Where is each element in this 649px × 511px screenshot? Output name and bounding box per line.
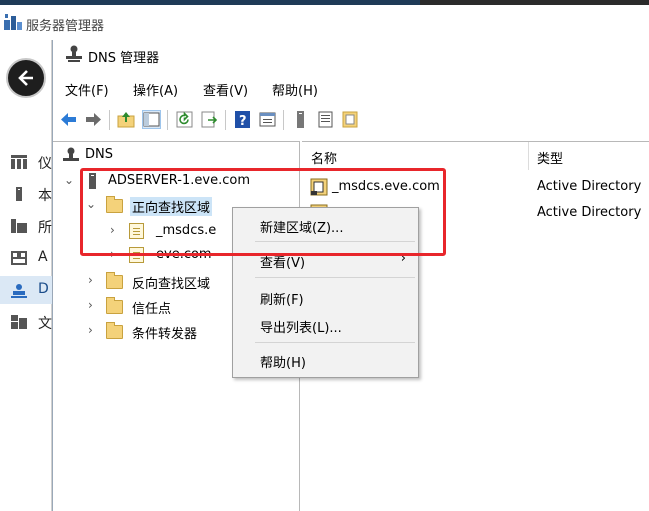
svg-text:?: ?	[239, 114, 247, 129]
local-server-icon	[11, 187, 27, 201]
tree-label: 条件转发器	[132, 327, 198, 342]
dns-icon	[11, 283, 27, 298]
nav-item-dns[interactable]: D	[0, 276, 52, 304]
menu-item-new-zone[interactable]: 新建区域(Z)...	[233, 213, 418, 237]
list-row[interactable]: _msdcs.eve.com Active Directory	[302, 176, 649, 198]
zone-icon	[129, 223, 146, 239]
menu-help[interactable]: 帮助(H)	[272, 80, 318, 99]
zone-icon	[129, 247, 146, 263]
tree-item-dns[interactable]: DNS	[53, 144, 293, 166]
dns-manager-titlebar: DNS 管理器	[53, 40, 649, 70]
tree-label: ADSERVER-1.eve.com	[108, 173, 250, 188]
menu-item-help[interactable]: 帮助(H)	[233, 348, 418, 372]
zone-record-icon[interactable]	[341, 110, 360, 129]
export-list-icon[interactable]	[200, 110, 219, 129]
toolbar: ?	[53, 104, 649, 134]
nav-item-file-services[interactable]: 文	[0, 308, 52, 336]
menu-item-view[interactable]: 查看(V) ›	[233, 248, 418, 272]
folder-icon	[106, 196, 123, 213]
file-services-icon	[11, 315, 27, 329]
tree-label: eve.com	[156, 247, 212, 262]
nav-item-all-servers[interactable]: 所	[0, 212, 52, 240]
chevron-down-icon[interactable]: ⌄	[86, 197, 98, 211]
server-manager-icon	[4, 14, 22, 30]
back-arrow-icon	[18, 70, 33, 86]
chevron-right-icon[interactable]: ›	[110, 223, 122, 237]
refresh-icon[interactable]	[175, 110, 194, 129]
list-name: _msdcs.eve.com	[332, 179, 440, 194]
menu-separator	[255, 241, 415, 242]
tree-label: 信任点	[132, 302, 172, 317]
menu-view[interactable]: 查看(V)	[203, 80, 248, 99]
menu-item-label: 帮助(H)	[260, 356, 306, 371]
help-icon[interactable]: ?	[233, 110, 252, 129]
chevron-right-icon: ›	[400, 251, 406, 266]
tree-label: 反向查找区域	[132, 277, 211, 292]
menu-separator	[255, 277, 415, 278]
server-manager-titlebar: 服务器管理器	[0, 5, 649, 40]
list-type: Active Directory	[537, 179, 642, 194]
chevron-right-icon[interactable]: ›	[88, 273, 100, 287]
tree-label: DNS	[85, 147, 113, 162]
column-header-name[interactable]: 名称	[311, 148, 337, 167]
nav-label: 文	[38, 316, 52, 332]
folder-icon	[106, 297, 123, 314]
record-list-icon[interactable]	[316, 110, 335, 129]
folder-icon	[106, 322, 123, 339]
toolbar-separator	[109, 110, 110, 130]
menu-action[interactable]: 操作(A)	[133, 80, 178, 99]
toolbar-separator	[283, 110, 284, 130]
tree-item-server[interactable]: ⌄ ADSERVER-1.eve.com	[53, 170, 293, 192]
context-menu: 新建区域(Z)... 查看(V) › 刷新(F) 导出列表(L)... 帮助(H…	[232, 207, 419, 378]
column-divider[interactable]	[528, 142, 529, 170]
dns-root-icon	[63, 147, 80, 163]
toolbar-separator	[167, 110, 168, 130]
nav-item-ad[interactable]: A	[0, 244, 52, 272]
tree-label: 正向查找区域	[130, 197, 213, 216]
ad-icon	[11, 251, 27, 265]
nav-label: 本	[38, 188, 52, 204]
nav-item-dashboard[interactable]: 仪	[0, 148, 52, 176]
server-manager-title: 服务器管理器	[26, 19, 105, 34]
nav-label: D	[38, 281, 49, 297]
folder-icon	[106, 272, 123, 289]
list-type: Active Directory	[537, 205, 642, 220]
nav-label: A	[38, 249, 48, 265]
dns-manager-title: DNS 管理器	[88, 51, 160, 66]
tree-label: _msdcs.e	[156, 223, 217, 238]
back-icon[interactable]	[59, 110, 78, 129]
menu-file[interactable]: 文件(F)	[65, 80, 109, 99]
menu-item-refresh[interactable]: 刷新(F)	[233, 285, 418, 309]
chevron-right-icon[interactable]: ›	[88, 323, 100, 337]
dns-manager-icon	[66, 45, 82, 63]
menu-separator	[255, 342, 415, 343]
show-hide-tree-icon[interactable]	[142, 110, 161, 129]
server-manager-nav: 仪 本 所 A D 文	[0, 40, 52, 511]
server-icon	[84, 173, 101, 189]
back-button[interactable]	[6, 58, 46, 98]
menu-item-label: 新建区域(Z)...	[260, 221, 344, 236]
dashboard-icon	[11, 155, 27, 169]
menu-item-label: 查看(V)	[260, 256, 306, 271]
up-folder-icon[interactable]	[117, 110, 136, 129]
menu-item-label: 刷新(F)	[260, 293, 304, 308]
toolbar-separator	[225, 110, 226, 130]
nav-item-local-server[interactable]: 本	[0, 180, 52, 208]
chevron-down-icon[interactable]: ⌄	[64, 173, 76, 187]
menu-item-label: 导出列表(L)...	[260, 321, 342, 336]
nav-label: 仪	[38, 156, 52, 172]
all-servers-icon	[11, 219, 27, 233]
nav-label: 所	[38, 220, 52, 236]
zone-icon	[310, 178, 328, 196]
forward-icon[interactable]	[84, 110, 103, 129]
chevron-right-icon[interactable]: ›	[88, 298, 100, 312]
menu-item-export-list[interactable]: 导出列表(L)...	[233, 313, 418, 337]
column-header-type[interactable]: 类型	[537, 148, 563, 167]
properties-icon[interactable]	[258, 110, 277, 129]
chevron-right-icon[interactable]: ›	[110, 247, 122, 261]
server-icon[interactable]	[291, 110, 310, 129]
menu-bar: 文件(F) 操作(A) 查看(V) 帮助(H)	[53, 76, 649, 100]
